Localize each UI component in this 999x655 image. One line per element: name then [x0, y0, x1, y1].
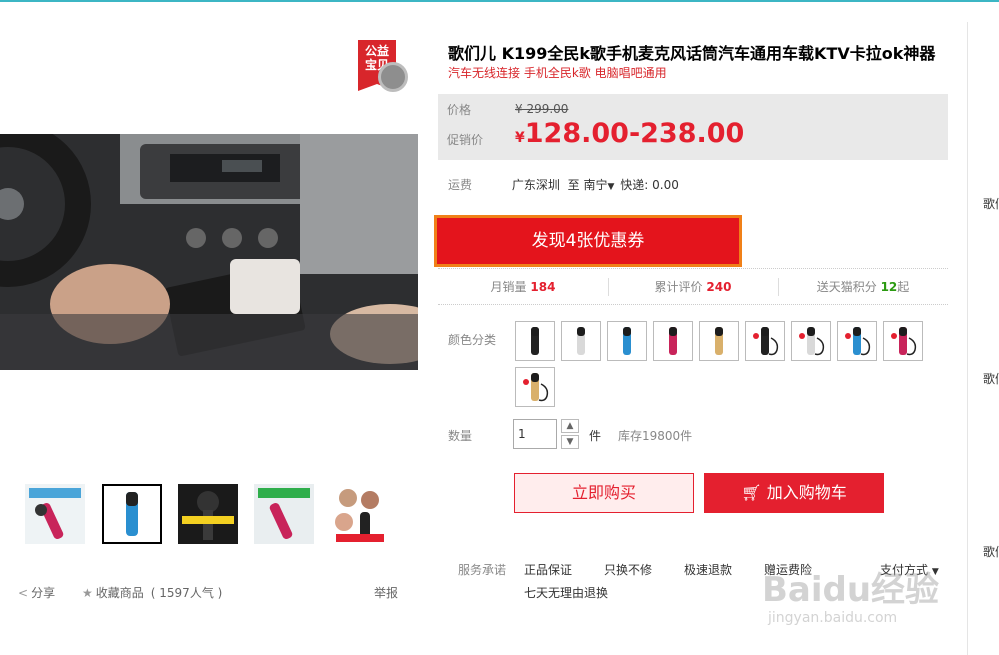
color-swatch[interactable]	[883, 321, 923, 361]
promo-currency: ¥	[515, 130, 525, 146]
shipping-destination-select[interactable]: 南宁▼	[584, 178, 615, 192]
recommend-label-3[interactable]: 歌们	[983, 543, 999, 560]
color-swatch[interactable]	[745, 321, 785, 361]
service-item[interactable]: 只换不修	[604, 561, 652, 578]
quantity-input[interactable]	[513, 419, 557, 449]
charity-line1: 公益	[364, 44, 389, 58]
color-swatch[interactable]	[607, 321, 647, 361]
shipping-row: 运费 广东深圳 至 南宁▼ 快递: 0.00	[448, 176, 679, 193]
color-swatch[interactable]	[561, 321, 601, 361]
share-button[interactable]: < 分享	[18, 584, 55, 601]
reviews-label: 累计评价	[654, 280, 703, 294]
thumbnail-3[interactable]	[178, 484, 238, 544]
quantity-unit: 件	[589, 429, 602, 443]
promo-price-label: 促销价	[447, 133, 484, 147]
review-count[interactable]: 累计评价 240	[608, 269, 778, 304]
quantity-label: 数量	[448, 429, 473, 443]
color-label: 颜色分类	[448, 333, 497, 347]
shipping-fee: 快递: 0.00	[620, 178, 679, 192]
shipping-label: 运费	[448, 178, 473, 192]
service-item[interactable]: 正品保证	[524, 561, 572, 578]
add-to-cart-label: 加入购物车	[766, 483, 847, 502]
thumbnail-strip	[25, 484, 405, 546]
color-swatch[interactable]	[699, 321, 739, 361]
chevron-down-icon: ▼	[607, 182, 615, 192]
thumbnail-5[interactable]	[330, 484, 390, 544]
buy-now-button[interactable]: 立即购买	[514, 473, 694, 513]
shipping-to-prefix: 至	[567, 178, 580, 192]
promo-value: 128.00-238.00	[524, 118, 745, 149]
points-value: 12	[880, 280, 898, 294]
original-price: ¥ 299.00	[515, 102, 569, 116]
points-suffix: 起	[897, 280, 910, 294]
product-title: 歌们儿 K199全民k歌手机麦克风话筒汽车通用车载KTV卡拉ok神器	[448, 44, 936, 63]
color-swatch[interactable]	[837, 321, 877, 361]
favorite-count: ( 1597人气 )	[150, 586, 223, 600]
product-subtitle: 汽车无线连接 手机全民k歌 电脑唱吧通用	[448, 66, 667, 80]
stock-count: 库存19800件	[618, 429, 693, 443]
charity-circle-icon	[378, 62, 408, 92]
favorite-label: 收藏商品	[95, 586, 144, 600]
points: 送天猫积分 12起	[778, 269, 948, 304]
add-to-cart-button[interactable]: 🛒︎ 加入购物车	[704, 473, 884, 513]
promo-price: ¥128.00-238.00	[515, 118, 744, 149]
watermark-url: jingyan.baidu.com	[768, 610, 898, 626]
monthly-sales: 月销量 184	[438, 269, 608, 304]
service-item[interactable]: 七天无理由退换	[524, 584, 608, 601]
reviews-value: 240	[706, 280, 732, 294]
quantity-decrease-button[interactable]: ▼	[561, 435, 579, 449]
report-link[interactable]: 举报	[374, 584, 398, 601]
thumbnail-2[interactable]	[102, 484, 162, 544]
recommend-label-1[interactable]: 歌们	[983, 195, 999, 212]
share-label: 分享	[31, 586, 56, 600]
report-label: 举报	[374, 586, 399, 600]
price-box: 价格 ¥ 299.00 促销价 ¥128.00-238.00	[438, 94, 948, 160]
thumbnail-1[interactable]	[25, 484, 85, 544]
quantity-increase-button[interactable]: ▲	[561, 419, 579, 433]
favorite-button[interactable]: ★ 收藏商品 ( 1597人气 )	[82, 584, 222, 601]
color-swatch[interactable]	[515, 321, 555, 361]
color-swatch[interactable]	[791, 321, 831, 361]
shipping-to: 南宁	[583, 178, 608, 192]
charity-badge: 公益 宝贝	[358, 40, 408, 92]
star-icon: ★	[82, 585, 93, 600]
coupon-button[interactable]: 发现4张优惠券	[434, 215, 742, 267]
service-item[interactable]: 极速退款	[684, 561, 732, 578]
watermark-text: Baidu经验	[762, 570, 940, 610]
top-border	[0, 0, 999, 2]
share-icon: <	[18, 585, 29, 600]
share-bar: < 分享 ★ 收藏商品 ( 1597人气 ) 举报	[18, 584, 400, 602]
right-divider	[967, 22, 968, 655]
shipping-from: 广东深圳	[511, 178, 560, 192]
main-product-image[interactable]	[0, 134, 418, 370]
color-swatch[interactable]	[515, 367, 555, 407]
monthly-sales-value: 184	[530, 280, 556, 294]
baidu-watermark: Baidu经验 jingyan.baidu.com	[762, 548, 962, 638]
points-label: 送天猫积分	[816, 280, 877, 294]
color-swatch[interactable]	[653, 321, 693, 361]
monthly-sales-label: 月销量	[490, 280, 527, 294]
thumbnail-4[interactable]	[254, 484, 314, 544]
services-label: 服务承诺	[458, 563, 507, 577]
cart-icon: 🛒︎	[741, 483, 762, 502]
recommend-label-2[interactable]: 歌们	[983, 370, 999, 387]
price-label: 价格	[447, 103, 472, 117]
stats-bar: 月销量 184 累计评价 240 送天猫积分 12起	[438, 268, 948, 305]
